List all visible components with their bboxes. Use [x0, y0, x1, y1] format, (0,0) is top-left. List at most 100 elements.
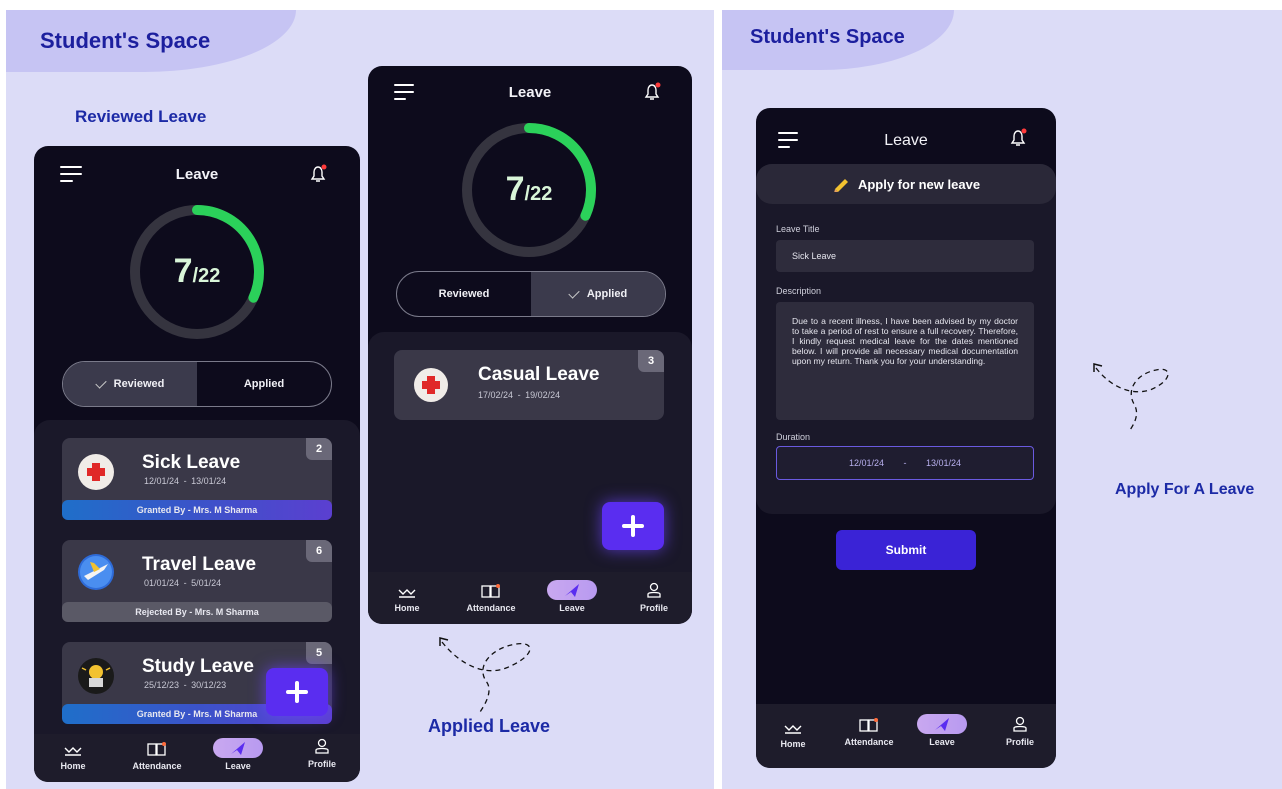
bell-icon[interactable]	[1008, 128, 1028, 148]
profile-icon	[647, 582, 661, 598]
segment-control: Reviewed Applied	[396, 271, 666, 317]
nav-home-label: Home	[780, 739, 806, 749]
nav-profile-label: Profile	[307, 759, 336, 769]
leave-total: /22	[524, 183, 553, 205]
nav-home-label: Home	[394, 603, 420, 613]
leave-counter: 7/22	[444, 170, 614, 209]
submit-button[interactable]: Submit	[836, 530, 976, 570]
book-icon	[481, 584, 500, 598]
home-icon	[784, 725, 802, 734]
nav-profile[interactable]: Profile	[992, 716, 1048, 747]
nav-profile[interactable]: Profile	[626, 582, 682, 613]
leave-counter: 7/22	[112, 252, 282, 291]
leave-count-badge: 2	[306, 438, 332, 460]
segment-control: Reviewed Applied	[62, 361, 332, 407]
leave-title: Casual Leave	[478, 364, 600, 385]
leave-used: 7	[505, 170, 525, 208]
medical-cross-icon	[414, 368, 448, 402]
nav-profile[interactable]: Profile	[294, 738, 350, 769]
nav-home[interactable]: Home	[768, 720, 818, 749]
tab-applied[interactable]: Applied	[531, 272, 665, 316]
leave-title: Study Leave	[142, 656, 254, 677]
nav-home[interactable]: Home	[48, 742, 98, 771]
nav-attendance-label: Attendance	[844, 737, 894, 747]
leave-nav-pill	[547, 580, 597, 600]
leave-title: Sick Leave	[142, 452, 241, 473]
study-bulb-icon	[78, 658, 114, 694]
leave-total: /22	[192, 265, 221, 287]
squiggle-arrow-icon	[1093, 363, 1169, 431]
squiggle-arrow-icon	[439, 637, 531, 713]
bottom-nav: Home Attendance Leave Profile	[368, 572, 692, 624]
phone-reviewed-leave: Leave 7/22 Reviewed Applied Sick Leave 1…	[34, 146, 360, 782]
tab-reviewed[interactable]: Reviewed	[397, 272, 531, 316]
travel-plane-icon	[78, 554, 114, 590]
duration-to: 13/01/24	[926, 458, 962, 468]
nav-attendance[interactable]: Attendance	[122, 742, 192, 771]
nav-home-label: Home	[60, 761, 86, 771]
leave-count-badge: 6	[306, 540, 332, 562]
duration-from: 12/01/24	[848, 458, 884, 468]
book-icon	[859, 718, 878, 732]
status-badge: Rejected By - Mrs. M Sharma	[62, 602, 332, 622]
leave-used: 7	[173, 252, 193, 290]
form-heading: Apply for new leave	[756, 164, 1056, 204]
bottom-nav: Home Attendance Leave Profile	[756, 704, 1056, 768]
leave-card[interactable]: Casual Leave 17/02/24 - 19/02/24 3	[394, 350, 664, 420]
leave-counter-ring: 7/22	[112, 202, 282, 342]
profile-icon	[315, 738, 329, 754]
nav-home[interactable]: Home	[382, 584, 432, 613]
medical-cross-icon	[78, 454, 114, 490]
duration-separator: -	[903, 458, 907, 468]
tab-reviewed-label: Reviewed	[438, 288, 490, 300]
nav-leave-label: Leave	[929, 737, 955, 747]
leave-title: Travel Leave	[142, 554, 257, 575]
leave-nav-pill	[917, 714, 967, 734]
leave-title-input[interactable]: Sick Leave	[776, 240, 1034, 272]
nav-leave[interactable]: Leave	[206, 738, 270, 771]
tab-reviewed[interactable]: Reviewed	[63, 362, 197, 406]
add-leave-button[interactable]	[602, 502, 664, 550]
brand-title: Student's Space	[40, 28, 211, 53]
tab-applied[interactable]: Applied	[197, 362, 331, 406]
bell-icon[interactable]	[642, 82, 662, 102]
nav-leave[interactable]: Leave	[912, 714, 972, 747]
leave-dates: 01/01/24 - 5/01/24	[144, 578, 222, 588]
send-icon	[231, 742, 245, 755]
pencil-icon	[834, 179, 848, 192]
phone-applied-leave: Leave 7/22 Reviewed Applied Casual Leave…	[368, 66, 692, 624]
nav-attendance[interactable]: Attendance	[834, 718, 904, 747]
profile-icon	[1013, 716, 1027, 732]
leave-card[interactable]: Sick Leave 12/01/24 - 13/01/24 2 Granted…	[62, 438, 332, 520]
label-duration: Duration	[776, 432, 811, 442]
form-heading-text: Apply for new leave	[857, 176, 981, 192]
caption-reviewed: Reviewed Leave	[75, 107, 207, 126]
bottom-nav: Home Attendance Leave Profile	[34, 734, 360, 782]
leave-card[interactable]: Travel Leave 01/01/24 - 5/01/24 6 Reject…	[62, 540, 332, 622]
tab-reviewed-label: Reviewed	[113, 378, 165, 390]
nav-profile-label: Profile	[639, 603, 668, 613]
home-icon	[398, 589, 416, 598]
leave-form: Apply for new leave Leave Title Sick Lea…	[756, 164, 1056, 514]
nav-profile-label: Profile	[1005, 737, 1034, 747]
nav-leave[interactable]: Leave	[540, 580, 604, 613]
leave-nav-pill	[213, 738, 263, 758]
tab-applied-label: Applied	[586, 288, 628, 300]
description-textarea[interactable]: Due to a recent illness, I have been adv…	[776, 302, 1034, 420]
duration-input[interactable]: 12/01/24 - 13/01/24	[776, 446, 1034, 480]
caption-applied: Applied Leave	[428, 716, 551, 736]
home-icon	[64, 747, 82, 756]
leave-dates: 12/01/24 - 13/01/24	[144, 476, 227, 486]
send-icon	[935, 718, 949, 731]
send-icon	[565, 584, 579, 597]
nav-leave-label: Leave	[559, 603, 585, 613]
check-icon	[568, 286, 580, 299]
leave-dates: 17/02/24 - 19/02/24	[478, 390, 561, 400]
nav-attendance[interactable]: Attendance	[456, 584, 526, 613]
tab-applied-label: Applied	[243, 378, 285, 390]
label-description: Description	[776, 286, 822, 296]
nav-attendance-label: Attendance	[132, 761, 182, 771]
showcase-panel-left: Student's Space Reviewed Leave Applied L…	[6, 10, 714, 789]
add-leave-button[interactable]	[266, 668, 328, 716]
bell-icon[interactable]	[308, 164, 328, 184]
